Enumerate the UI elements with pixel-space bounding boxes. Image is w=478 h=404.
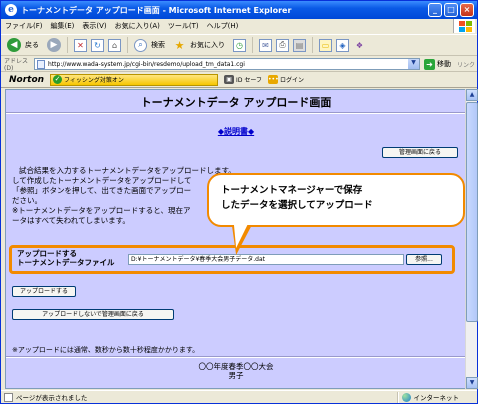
scroll-thumb[interactable] — [466, 102, 478, 322]
address-input[interactable]: http://www.wada-system.jp/cgi-bin/resdem… — [34, 58, 420, 70]
home-icon[interactable]: ⌂ — [108, 38, 121, 52]
go-label[interactable]: 移動 — [437, 59, 451, 69]
close-button[interactable]: × — [460, 3, 474, 17]
phishing-protection-button[interactable]: ✓ フィッシング対策オン — [50, 73, 219, 86]
id-safe-label[interactable]: ID セーフ — [236, 75, 262, 84]
page-icon — [37, 59, 45, 69]
address-bar: アドレス(D) http://www.wada-system.jp/cgi-bi… — [1, 57, 477, 72]
phishing-label[interactable]: フィッシング対策オン — [64, 75, 124, 84]
browser-window: e トーナメントデータ アップロード画面 - Microsoft Interne… — [0, 0, 478, 404]
links-label[interactable]: リンク — [457, 60, 475, 69]
browse-button[interactable]: 参照... — [406, 254, 442, 265]
page-status-icon — [4, 392, 13, 402]
go-arrow-icon[interactable]: ➜ — [424, 58, 435, 70]
menu-view[interactable]: 表示(V) — [82, 21, 106, 31]
window-title: トーナメントデータ アップロード画面 - Microsoft Internet … — [21, 5, 292, 15]
messenger-icon[interactable]: ◈ — [336, 38, 349, 52]
norton-toolbar: Norton ✓ フィッシング対策オン ▣ ID セーフ ••• ログイン — [1, 72, 477, 88]
folder-icon[interactable]: ▭ — [319, 38, 332, 52]
ie-logo-icon: e — [5, 4, 17, 16]
upload-notice: ※アップロードには通常、数秒から数十秒程度かかります。 — [12, 346, 200, 354]
forward-arrow-icon[interactable]: ▶ — [47, 38, 61, 52]
history-icon[interactable]: ◷ — [233, 38, 246, 52]
status-bar: ページが表示されました インターネット — [1, 390, 477, 403]
back-arrow-icon[interactable]: ◀ — [7, 38, 21, 52]
back-to-admin-button[interactable]: 管理画面に戻る — [382, 147, 458, 158]
title-bar: e トーナメントデータ アップロード画面 - Microsoft Interne… — [1, 1, 477, 19]
refresh-icon[interactable]: ↻ — [91, 38, 104, 52]
search-button-label[interactable]: 検索 — [151, 40, 165, 50]
mail-icon[interactable]: ✉ — [259, 38, 272, 52]
back-without-upload-button[interactable]: アップロードしないで管理画面に戻る — [12, 309, 174, 320]
page-title: トーナメントデータ アップロード画面 — [140, 96, 332, 109]
manual-link[interactable]: ◆説明書◆ — [6, 126, 465, 137]
scroll-down-icon[interactable]: ▼ — [466, 377, 478, 389]
favorites-button-label[interactable]: お気に入り — [190, 40, 225, 50]
internet-globe-icon — [401, 392, 411, 402]
print-icon[interactable]: ⎙ — [276, 38, 289, 52]
edit-icon[interactable]: ▤ — [293, 38, 306, 52]
file-label: アップロードする トーナメントデータファイル — [17, 249, 115, 267]
zone-label: インターネット — [413, 394, 460, 402]
address-url[interactable]: http://www.wada-system.jp/cgi-bin/resdem… — [48, 61, 245, 68]
address-label: アドレス(D) — [4, 58, 29, 72]
divider — [6, 356, 465, 358]
login-button[interactable]: ••• ログイン — [267, 75, 304, 84]
security-zone: インターネット — [396, 391, 478, 403]
menu-favorites[interactable]: お気に入り(A) — [115, 21, 160, 31]
callout-annotation: トーナメントマネージャーで保存 したデータを選択してアップロード — [207, 173, 465, 227]
menu-file[interactable]: ファイル(F) — [5, 21, 43, 31]
menu-tools[interactable]: ツール(T) — [168, 21, 199, 31]
back-button-label[interactable]: 戻る — [25, 40, 39, 50]
tools-icon[interactable]: ❖ — [353, 39, 366, 52]
id-safe-button[interactable]: ▣ ID セーフ — [224, 75, 262, 84]
upload-button[interactable]: アップロードする — [12, 286, 76, 297]
login-icon: ••• — [267, 75, 279, 84]
scroll-up-icon[interactable]: ▲ — [466, 89, 478, 101]
page-footer: 〇〇年度春季〇〇大会 男子 — [198, 362, 274, 380]
norton-logo: Norton — [9, 74, 45, 85]
go-button[interactable]: ➜ 移動 — [424, 58, 451, 70]
id-safe-icon: ▣ — [224, 75, 235, 84]
vertical-scrollbar[interactable]: ▲ ▼ — [465, 89, 478, 389]
favorites-star-icon[interactable]: ★ — [173, 39, 186, 52]
toolbar: ◀ 戻る ▶ ✕ ↻ ⌂ ⌕ 検索 ★ お気に入り ◷ ✉ ⎙ ▤ ▭ ◈ ❖ — [1, 34, 477, 56]
stop-icon[interactable]: ✕ — [74, 38, 87, 52]
file-path-input[interactable]: D:¥トーナメントデータ¥春季大会男子データ.dat — [128, 254, 404, 265]
divider — [6, 112, 465, 114]
menu-help[interactable]: ヘルプ(H) — [207, 21, 239, 31]
menu-bar: ファイル(F) 編集(E) 表示(V) お気に入り(A) ツール(T) ヘルプ(… — [1, 19, 477, 33]
minimize-button[interactable]: _ — [428, 3, 442, 17]
address-dropdown-icon[interactable]: ▼ — [408, 59, 419, 69]
maximize-button[interactable]: □ — [444, 3, 458, 17]
login-label[interactable]: ログイン — [280, 75, 304, 84]
check-icon: ✓ — [53, 75, 63, 84]
menu-edit[interactable]: 編集(E) — [51, 21, 75, 31]
search-icon[interactable]: ⌕ — [134, 38, 147, 52]
windows-logo-icon — [453, 19, 475, 33]
status-text: ページが表示されました — [16, 394, 88, 402]
